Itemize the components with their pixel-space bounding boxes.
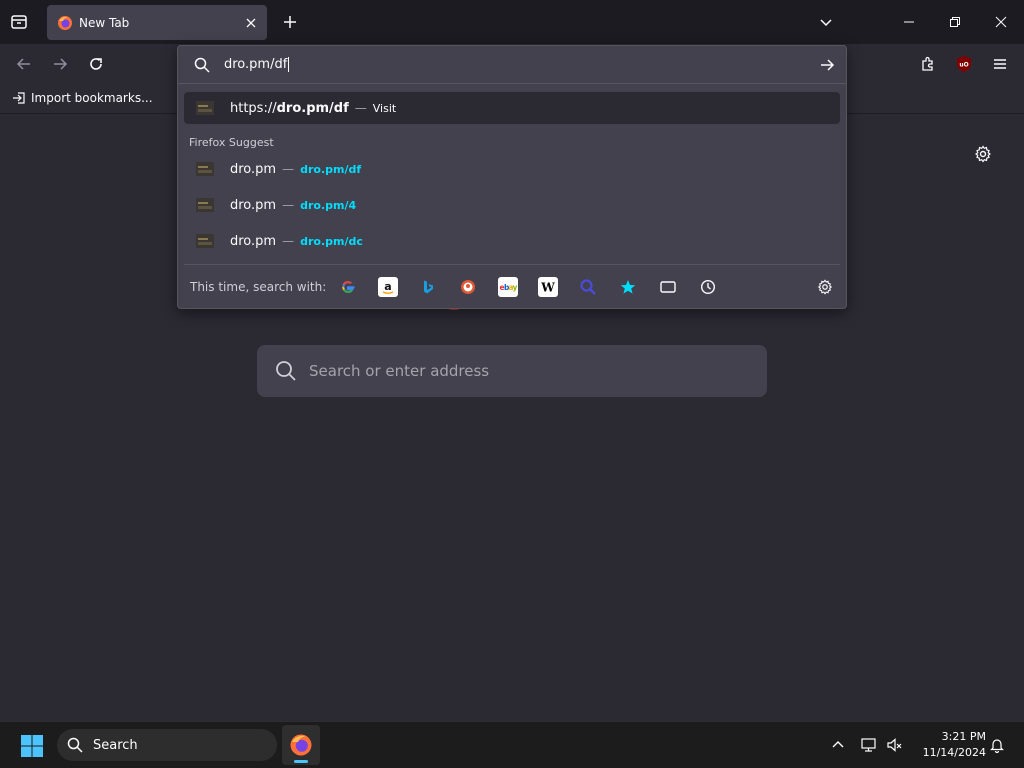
new-tab-plus-icon[interactable] [280, 12, 300, 32]
suggestion-url: dro.pm/dc [300, 234, 363, 248]
one-off-search-bar: This time, search with: a ebay W [184, 264, 840, 308]
heuristic-prefix: https:// [230, 100, 277, 116]
suggestion-row[interactable]: dro.pm — dro.pm/dc [184, 225, 840, 257]
reload-icon[interactable] [86, 54, 106, 74]
tab-bar: New Tab [0, 0, 1024, 44]
wikipedia-icon[interactable]: W [538, 276, 558, 297]
site-thumbnail-icon [196, 162, 214, 176]
system-clock[interactable]: 3:21 PM 11/14/2024 [914, 729, 986, 761]
search-engine-icon[interactable] [578, 277, 598, 297]
tab-new-tab[interactable]: New Tab [47, 5, 267, 40]
restore-icon[interactable] [945, 12, 965, 32]
heuristic-result[interactable]: https://dro.pm/df — Visit [184, 92, 840, 124]
suggestion-title: dro.pm [230, 197, 277, 213]
separator: — [354, 101, 367, 115]
taskbar-search-label: Search [93, 737, 138, 753]
amazon-icon[interactable]: a [378, 276, 398, 297]
go-arrow-icon[interactable] [818, 56, 836, 74]
svg-text:a: a [384, 280, 391, 293]
svg-text:uO: uO [959, 62, 968, 69]
close-tab-icon[interactable] [243, 15, 259, 31]
separator: — [282, 162, 295, 176]
taskbar: Search 3:21 PM 11/14/2024 [0, 721, 1024, 768]
gear-icon[interactable] [973, 144, 993, 164]
import-bookmarks-button[interactable]: Import bookmarks... [12, 91, 153, 105]
content-search-box[interactable]: Search or enter address [257, 345, 767, 397]
firefox-icon [290, 734, 312, 756]
volume-muted-icon[interactable] [886, 736, 904, 754]
svg-text:W: W [540, 280, 555, 294]
separator: — [282, 234, 295, 248]
network-icon[interactable] [860, 736, 878, 754]
notifications-bell-icon[interactable] [988, 736, 1006, 754]
site-thumbnail-icon [196, 198, 214, 212]
bing-icon[interactable] [418, 277, 438, 297]
site-thumbnail-icon [196, 101, 214, 115]
active-indicator [294, 760, 308, 763]
search-icon [194, 57, 210, 73]
tab-title: New Tab [79, 15, 130, 30]
chevron-down-icon[interactable] [816, 12, 836, 32]
text-caret [288, 57, 290, 72]
close-window-icon[interactable] [991, 12, 1011, 32]
firefox-view-icon[interactable] [8, 11, 30, 33]
duckduckgo-icon[interactable] [458, 277, 478, 297]
suggestion-url: dro.pm/4 [300, 198, 357, 212]
extensions-icon[interactable] [918, 54, 938, 74]
search-settings-gear-icon[interactable] [816, 278, 834, 296]
search-icon [67, 737, 83, 753]
content-search-placeholder: Search or enter address [309, 362, 490, 380]
ublock-origin-icon[interactable]: uO [954, 54, 974, 74]
separator: — [282, 198, 295, 212]
clock-time: 3:21 PM [941, 730, 986, 743]
suggestion-row[interactable]: dro.pm — dro.pm/df [184, 153, 840, 185]
heuristic-url: dro.pm/df [276, 100, 349, 116]
group-label: Firefox Suggest [189, 136, 274, 149]
bookmarks-icon[interactable] [618, 277, 638, 297]
suggestion-title: dro.pm [230, 233, 277, 249]
firefox-taskbar-button[interactable] [282, 725, 320, 765]
urlbar-input[interactable]: dro.pm/df [178, 46, 846, 84]
heuristic-action: Visit [372, 101, 397, 115]
one-off-label: This time, search with: [190, 279, 327, 294]
history-icon[interactable] [698, 277, 718, 297]
google-icon[interactable] [338, 277, 358, 297]
search-icon [276, 361, 296, 381]
import-bookmarks-label: Import bookmarks... [31, 91, 153, 105]
firefox-favicon-icon [58, 15, 72, 30]
tabs-icon[interactable] [658, 277, 678, 297]
svg-text:y: y [513, 283, 518, 292]
import-icon [13, 92, 25, 104]
chevron-up-icon[interactable] [829, 736, 847, 754]
back-arrow-icon[interactable] [14, 54, 34, 74]
clock-date: 11/14/2024 [922, 746, 986, 759]
ebay-icon[interactable]: ebay [498, 276, 518, 297]
site-thumbnail-icon [196, 234, 214, 248]
minimize-icon[interactable] [899, 12, 919, 32]
hamburger-menu-icon[interactable] [990, 54, 1010, 74]
suggestion-url: dro.pm/df [300, 162, 362, 176]
taskbar-search[interactable]: Search [57, 729, 277, 761]
suggestion-title: dro.pm [230, 161, 277, 177]
urlbar-popup: dro.pm/df https://dro.pm/df — Visit Fire… [177, 45, 847, 309]
suggestion-row[interactable]: dro.pm — dro.pm/4 [184, 189, 840, 221]
urlbar-value: dro.pm/df [224, 57, 288, 72]
forward-arrow-icon[interactable] [50, 54, 70, 74]
windows-start-icon[interactable] [20, 734, 44, 758]
